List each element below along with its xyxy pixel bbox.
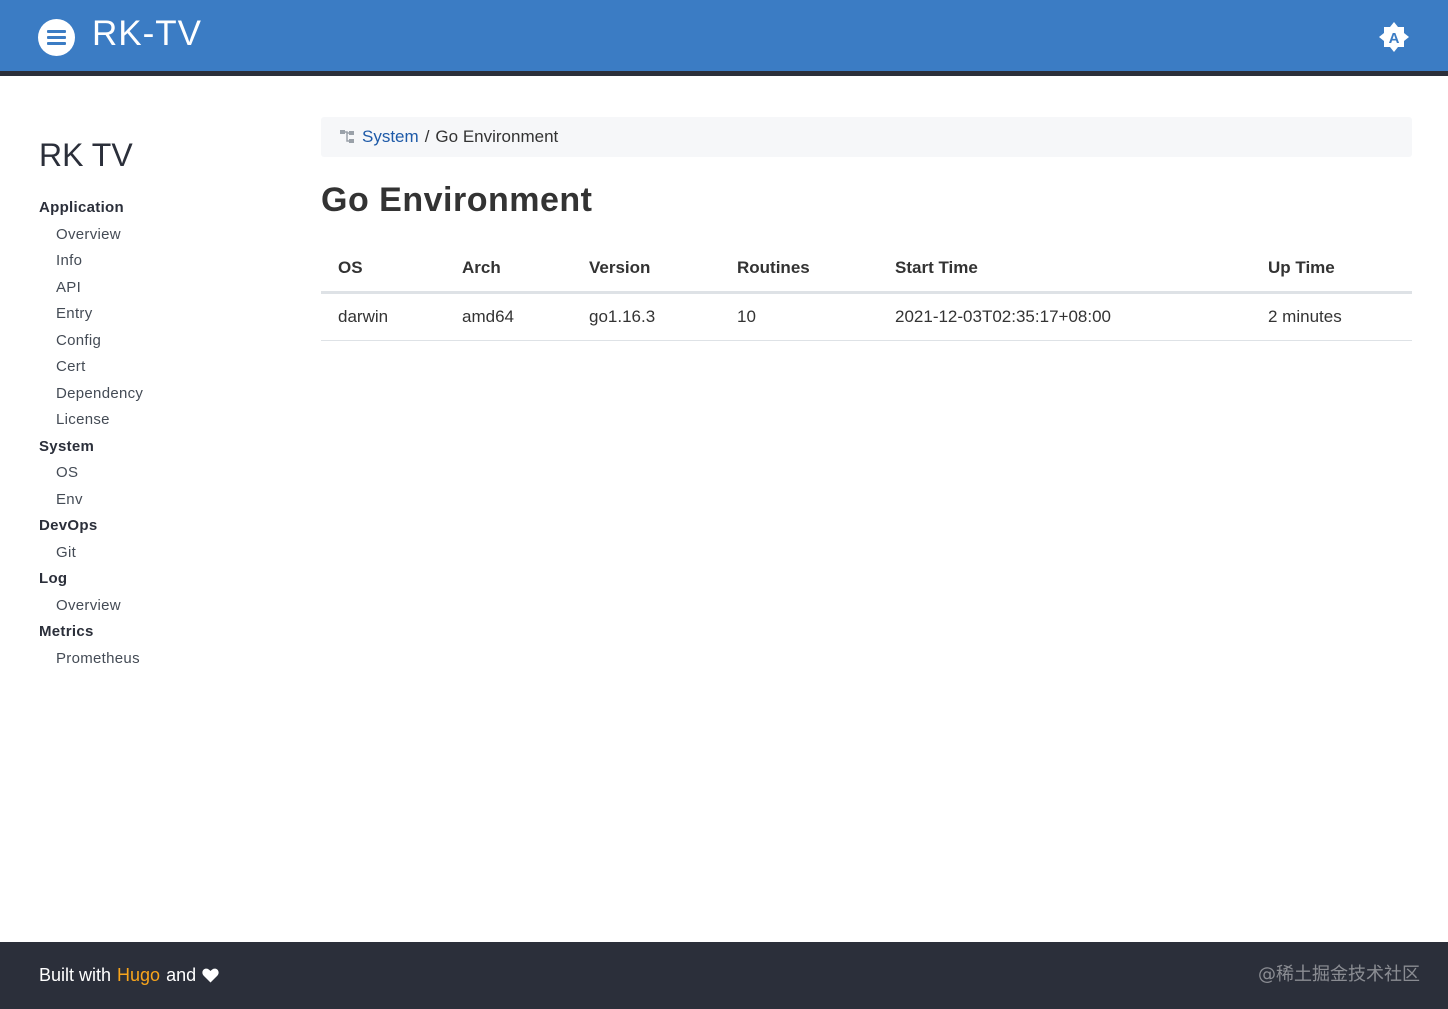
- sidebar-section-devops: DevOps: [39, 517, 98, 534]
- top-navbar: RK-TV A: [0, 0, 1448, 76]
- cell-start-time: 2021-12-03T02:35:17+08:00: [878, 292, 1251, 341]
- sidebar-item-devops-git[interactable]: Git: [39, 540, 279, 567]
- sidebar-section-system: System: [39, 437, 95, 455]
- column-header-os: OS: [321, 245, 445, 294]
- cell-arch: amd64: [445, 292, 572, 341]
- footer-and: and: [166, 965, 197, 985]
- sidebar-item-application-info[interactable]: Info: [39, 248, 279, 275]
- sidebar-item-application-overview[interactable]: Overview: [39, 222, 279, 249]
- menu-line-icon: [47, 36, 66, 39]
- hugo-link[interactable]: Hugo: [117, 965, 160, 986]
- column-header-routines: Routines: [720, 245, 878, 294]
- cell-os: darwin: [321, 292, 445, 341]
- heart-icon: [202, 968, 219, 983]
- breadcrumb: System / Go Environment: [321, 117, 1412, 157]
- menu-line-icon: [47, 42, 66, 45]
- cell-up-time: 2 minutes: [1251, 292, 1412, 341]
- column-header-version: Version: [572, 245, 720, 294]
- brand-title[interactable]: RK-TV: [92, 14, 202, 54]
- page-title: Go Environment: [321, 181, 593, 219]
- sidebar-nav: Application Overview Info API Entry Config Cer…: [39, 195, 279, 672]
- column-header-arch: Arch: [445, 245, 572, 294]
- sidebar: RK TV Application Overview Info API Entry Con…: [39, 135, 279, 672]
- footer: Built with Hugo and @稀土掘金技术社区: [0, 942, 1448, 1009]
- sidebar-item-log-overview[interactable]: Overview: [39, 593, 279, 620]
- column-header-start-time: Start Time: [878, 245, 1251, 294]
- sidebar-item-application-license[interactable]: License: [39, 407, 279, 434]
- breadcrumb-current: Go Environment: [435, 127, 559, 146]
- table-header-row: OS Arch Version Routines Start Time Up T…: [321, 245, 1412, 294]
- breadcrumb-link-system[interactable]: System: [362, 117, 419, 157]
- sidebar-section-log: Log: [39, 570, 68, 587]
- footer-credit: Built with Hugo and: [39, 965, 219, 986]
- sidebar-item-system-os[interactable]: OS: [39, 460, 279, 487]
- table-row: darwin amd64 go1.16.3 10 2021-12-03T02:3…: [321, 292, 1412, 341]
- sidebar-item-application-config[interactable]: Config: [39, 328, 279, 355]
- sidebar-item-application-dependency[interactable]: Dependency: [39, 381, 279, 408]
- sidebar-item-application-cert[interactable]: Cert: [39, 354, 279, 381]
- site-title[interactable]: RK TV: [39, 135, 279, 175]
- sidebar-item-application-entry[interactable]: Entry: [39, 301, 279, 328]
- theme-toggle-button[interactable]: A: [1378, 21, 1410, 53]
- breadcrumb-separator: /: [424, 127, 430, 146]
- sidebar-section-metrics: Metrics: [39, 623, 94, 640]
- sidebar-item-metrics-prometheus[interactable]: Prometheus: [39, 646, 279, 673]
- go-env-table: OS Arch Version Routines Start Time Up T…: [321, 245, 1412, 341]
- footer-built-with: Built with: [39, 965, 112, 985]
- sidebar-item-application-api[interactable]: API: [39, 275, 279, 302]
- sidebar-section-application: Application: [39, 199, 124, 216]
- cell-routines: 10: [720, 292, 878, 341]
- cell-version: go1.16.3: [572, 292, 720, 341]
- sidebar-item-system-env[interactable]: Env: [39, 487, 279, 514]
- sitemap-icon: [340, 130, 354, 143]
- watermark: @稀土掘金技术社区: [1258, 964, 1420, 985]
- svg-text:A: A: [1389, 30, 1400, 47]
- auto-theme-icon: A: [1379, 22, 1409, 52]
- column-header-up-time: Up Time: [1251, 245, 1412, 294]
- menu-line-icon: [47, 30, 66, 33]
- hamburger-menu-button[interactable]: [38, 19, 75, 56]
